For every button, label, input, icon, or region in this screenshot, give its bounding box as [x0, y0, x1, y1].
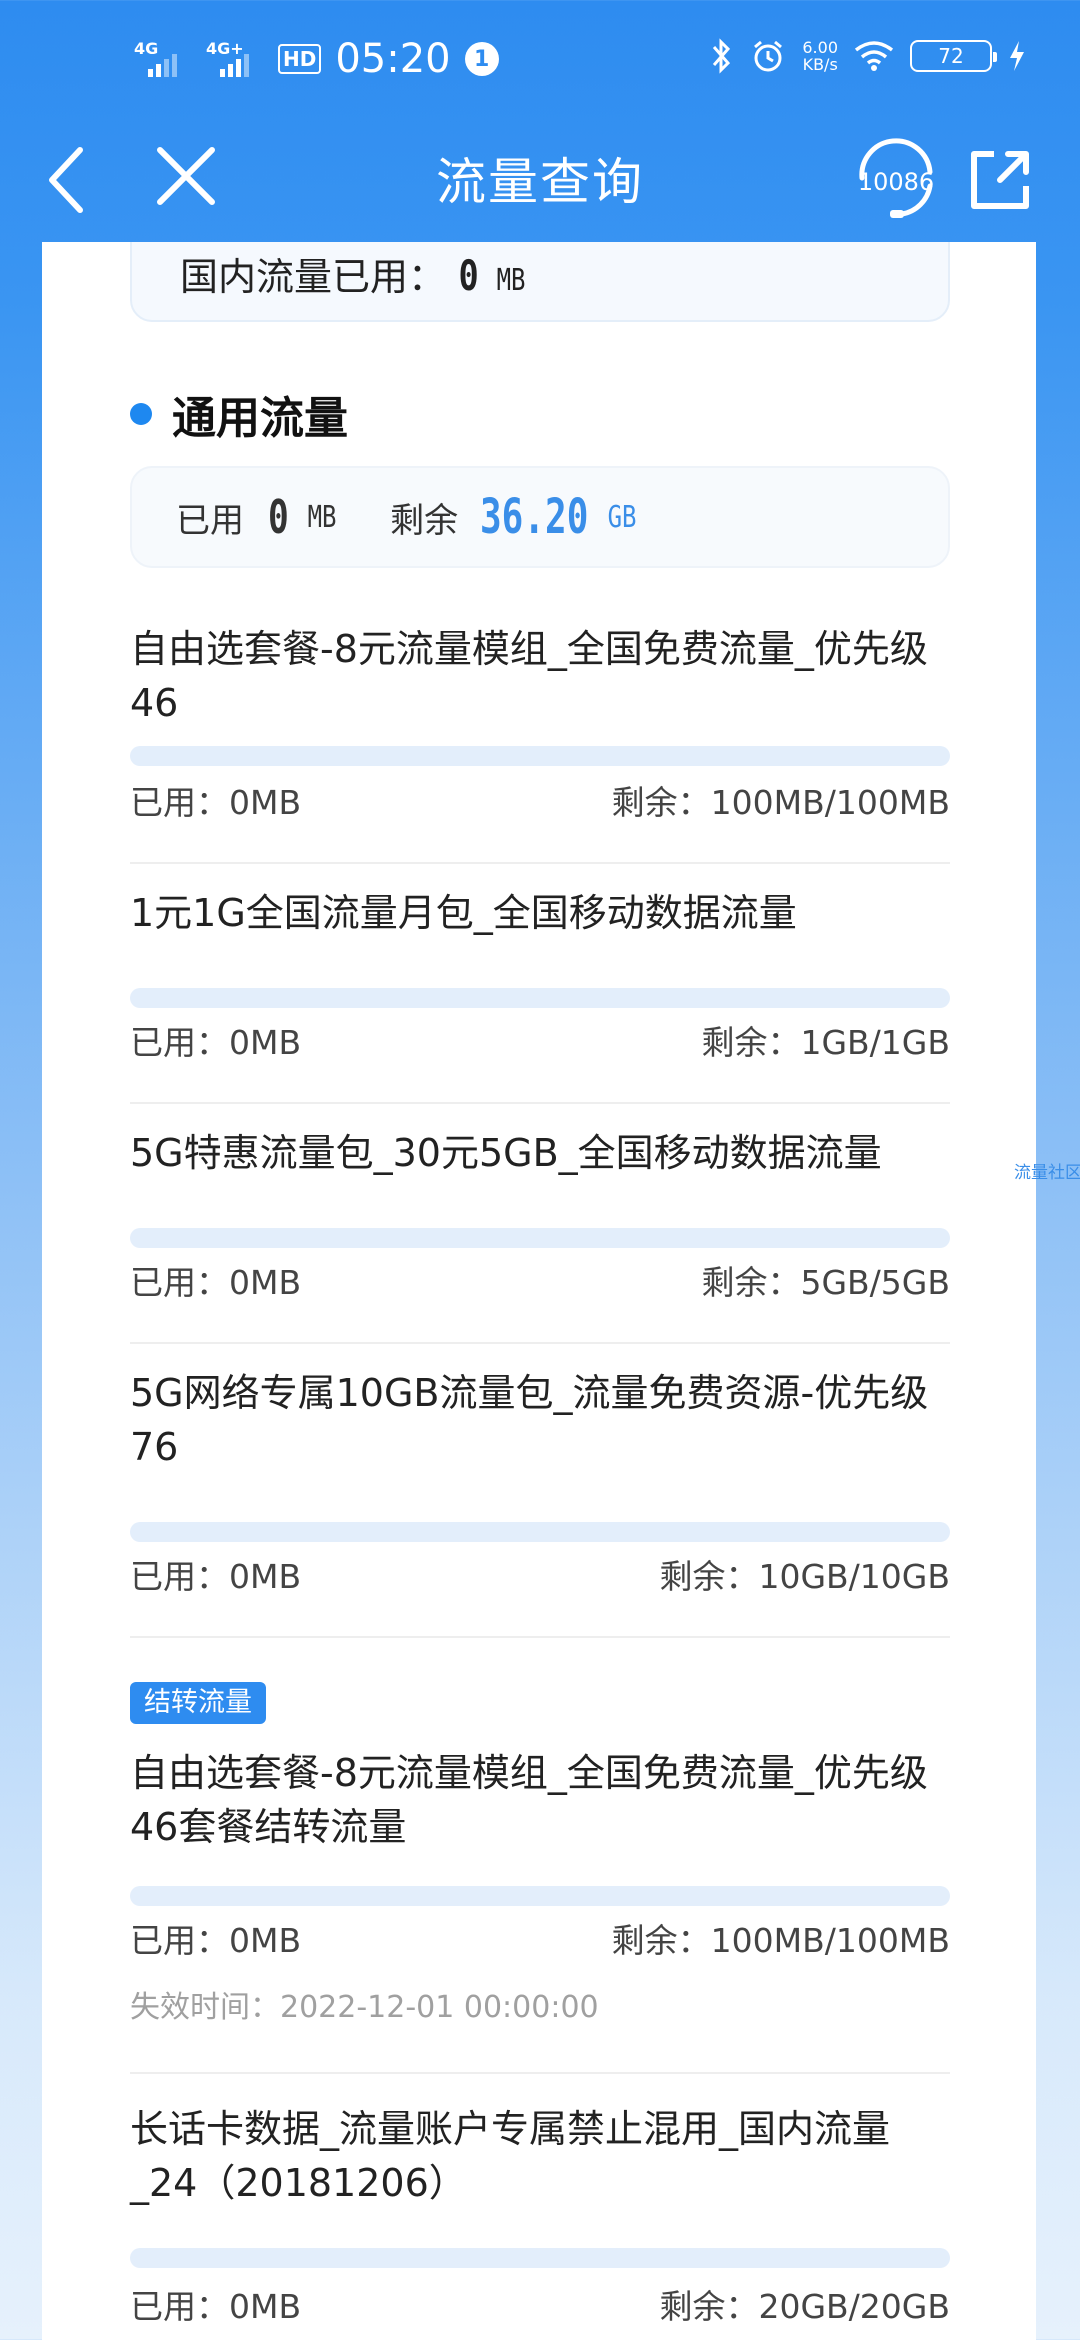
used-amount: 已用：0MB	[130, 2287, 302, 2326]
package-item: 5G特惠流量包_30元5GB_全国移动数据流量 已用：0MB 剩余：5GB/5G…	[130, 1104, 950, 1344]
used-amount: 已用：0MB	[130, 783, 302, 822]
package-name: 5G特惠流量包_30元5GB_全国移动数据流量	[130, 1131, 882, 1175]
general-summary-box: 已用 0 MB 剩余 36.20 GB	[130, 466, 950, 568]
usage-progress-bar	[130, 2248, 950, 2268]
package-name: 1元1G全国流量月包_全国移动数据流量	[130, 891, 797, 935]
usage-progress-bar	[130, 1228, 950, 1248]
bluetooth-icon	[713, 38, 731, 74]
carryover-tag: 结转流量	[130, 1682, 266, 1724]
remaining-amount: 剩余：5GB/5GB	[701, 1263, 950, 1302]
used-amount: 已用：0MB	[130, 1921, 302, 1960]
remaining-amount: 剩余：10GB/10GB	[659, 1557, 950, 1596]
notification-badge: 1	[464, 42, 499, 76]
package-item: 长话卡数据_流量账户专属禁止混用_国内流量_24（20181206） 已用：0M…	[130, 2074, 950, 2340]
expire-time: 失效时间：2022-12-01 00:00:00	[130, 1990, 599, 2025]
used-amount: 已用：0MB	[130, 1263, 302, 1302]
signal-icon-sim2: 4G+	[206, 39, 264, 79]
network-speed: 6.00 KB/s	[802, 38, 838, 74]
remaining-amount: 剩余：100MB/100MB	[611, 1921, 950, 1960]
package-name: 长话卡数据_流量账户专属禁止混用_国内流量_24（20181206）	[130, 2107, 891, 2205]
domestic-usage-box: 国内流量已用： 0 MB	[130, 242, 950, 322]
customer-service-button[interactable]: 10086	[846, 134, 946, 224]
usage-progress-bar	[130, 988, 950, 1008]
package-item: 1元1G全国流量月包_全国移动数据流量 已用：0MB 剩余：1GB/1GB	[130, 864, 950, 1104]
share-icon[interactable]	[960, 140, 1040, 220]
used-amount: 已用：0MB	[130, 1557, 302, 1596]
usage-progress-bar	[130, 1886, 950, 1906]
hd-voice-icon: HD	[278, 44, 322, 74]
community-side-tab[interactable]: 流量社区	[1014, 1158, 1080, 1183]
nav-bar: 流量查询 10086	[0, 120, 1080, 240]
signal-icon-sim1: 4G	[134, 39, 192, 79]
charging-icon	[1010, 41, 1024, 71]
content-card: 国内流量已用： 0 MB 通用流量 已用 0 MB 剩余 36.20 GB 自由选…	[42, 242, 1036, 2340]
alarm-icon	[754, 40, 783, 72]
battery-icon: 72	[910, 40, 997, 72]
used-amount: 已用：0MB	[130, 1023, 302, 1062]
section-title-general: 通用流量	[130, 382, 348, 446]
usage-progress-bar	[130, 746, 950, 766]
wifi-icon	[854, 41, 894, 71]
remaining-amount: 剩余：20GB/20GB	[659, 2287, 950, 2326]
package-item: 自由选套餐-8元流量模组_全国免费流量_优先级46 已用：0MB 剩余：100M…	[130, 612, 950, 864]
remaining-amount: 剩余：100MB/100MB	[611, 783, 950, 822]
hotline-number: 10086	[857, 168, 935, 196]
package-name: 自由选套餐-8元流量模组_全国免费流量_优先级46套餐结转流量	[130, 1751, 928, 1849]
bullet-dot-icon	[130, 403, 152, 425]
remaining-amount: 剩余：1GB/1GB	[701, 1023, 950, 1062]
clock: 05:20	[335, 36, 451, 82]
package-item: 5G网络专属10GB流量包_流量免费资源-优先级76 已用：0MB 剩余：10G…	[130, 1344, 950, 1638]
usage-progress-bar	[130, 1522, 950, 1542]
package-name: 5G网络专属10GB流量包_流量免费资源-优先级76	[130, 1371, 929, 1469]
package-name: 自由选套餐-8元流量模组_全国免费流量_优先级46	[130, 627, 928, 725]
package-item-carryover: 结转流量 自由选套餐-8元流量模组_全国免费流量_优先级46套餐结转流量 已用：…	[130, 1638, 950, 2074]
status-bar: 4G 4G+ HD 05:20 1 6.00 KB/s 72	[0, 0, 1080, 120]
